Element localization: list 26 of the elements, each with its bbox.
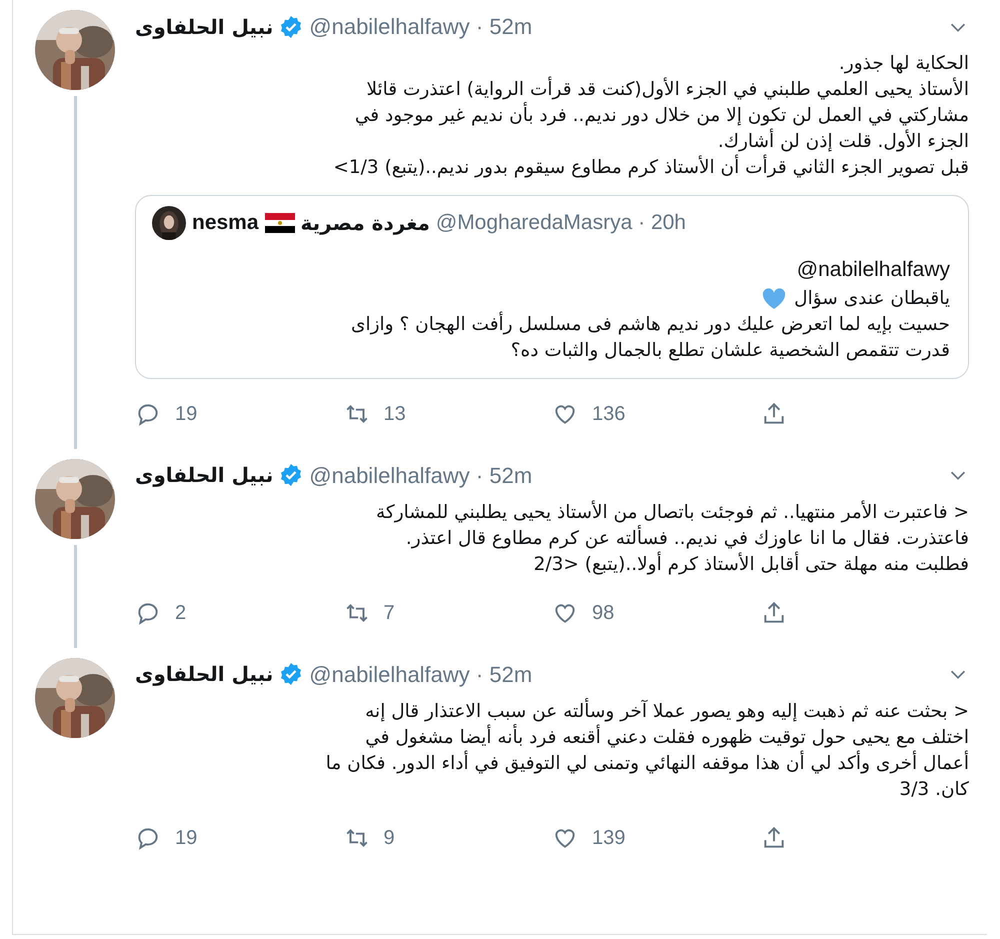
like-button[interactable]: 139 <box>552 822 760 852</box>
handle-and-time: @MogharedaMasrya · 20h <box>436 210 686 236</box>
retweet-button[interactable]: 7 <box>344 598 552 628</box>
flag-icon <box>264 213 295 233</box>
reply-button[interactable]: 19 <box>135 822 344 852</box>
author-name: نبيل الحلفاوى <box>135 14 274 41</box>
heart-icon <box>762 288 786 310</box>
retweet-button[interactable]: 13 <box>344 398 552 428</box>
author-name: مغردة مصرية <box>300 210 430 237</box>
like-button[interactable]: 136 <box>552 398 760 428</box>
handle-and-time: @nabilelhalfawy · 52m <box>309 660 532 689</box>
author-name: نبيل الحلفاوى <box>135 661 274 688</box>
tweet-text: الحكاية لها جذور. الأستاذ يحيى العلمي طلبني في الجزء الأول(كنت قد قرأت الرواية) اعتذرت قائلا مشاركتي في العمل لن تكون إلا من خلال دور نديم.. فرد بأن نديم غير موجود في الجزء الأول. قلت إذن لن أشارك. قبل تصوير الجزء الثاني قرأت أن الأستاذ كرم مطاوع سيقوم بدور نديم..(يتبع) 1/3> <box>332 52 969 180</box>
quoted-text: ياقبطان عندى سؤال <box>794 286 950 310</box>
author-name: nesma <box>192 210 259 236</box>
tweet-text: < فاعتبرت الأمر منتهيا.. ثم فوجئت باتصال من الأستاذ يحيى يطلبني للمشاركة فاعتذرت. فقال ما انا عاوزك في نديم.. فسألته عن كرم مطاوع قال اعتذر. فطلبت منه مهلة حتى أقابل الأستاذ كرم أولا..(يتبع) <2/3 <box>374 500 969 576</box>
reply-button[interactable]: 19 <box>135 398 344 428</box>
like-button[interactable]: 98 <box>552 598 760 628</box>
mention-link: @nabilelhalfawy <box>796 257 950 283</box>
quoted-text: حسيت بإيه لما اتعرض عليك دور نديم هاشم فى مسلسل رأفت الهجان ؟ وازاى قدرت تتقمص الشخصية علشان تطلع بالجمال والثبات ده؟ <box>350 312 950 362</box>
handle-and-time: @nabilelhalfawy · 52m <box>309 462 532 490</box>
handle-and-time: @nabilelhalfawy · 52m <box>309 13 532 41</box>
retweet-button[interactable]: 9 <box>344 822 552 852</box>
reply-button[interactable]: 2 <box>135 598 344 628</box>
author-name: نبيل الحلفاوى <box>135 462 274 489</box>
tweet-text: < بحثت عنه ثم ذهبت إليه وهو يصور عملا آخر وسألته عن سبب الاعتذار قال إنه اختلف مع يحيى حول توقيت ظهوره فقلت دعني أقنعه فرد بأنه أيضا مشغول في أعمال أخرى وأكد لي أن هذا موقفه النهائي وتمنى لي التوفيق في أداء الدور. فكان ما كان. 3/3 <box>135 698 969 802</box>
